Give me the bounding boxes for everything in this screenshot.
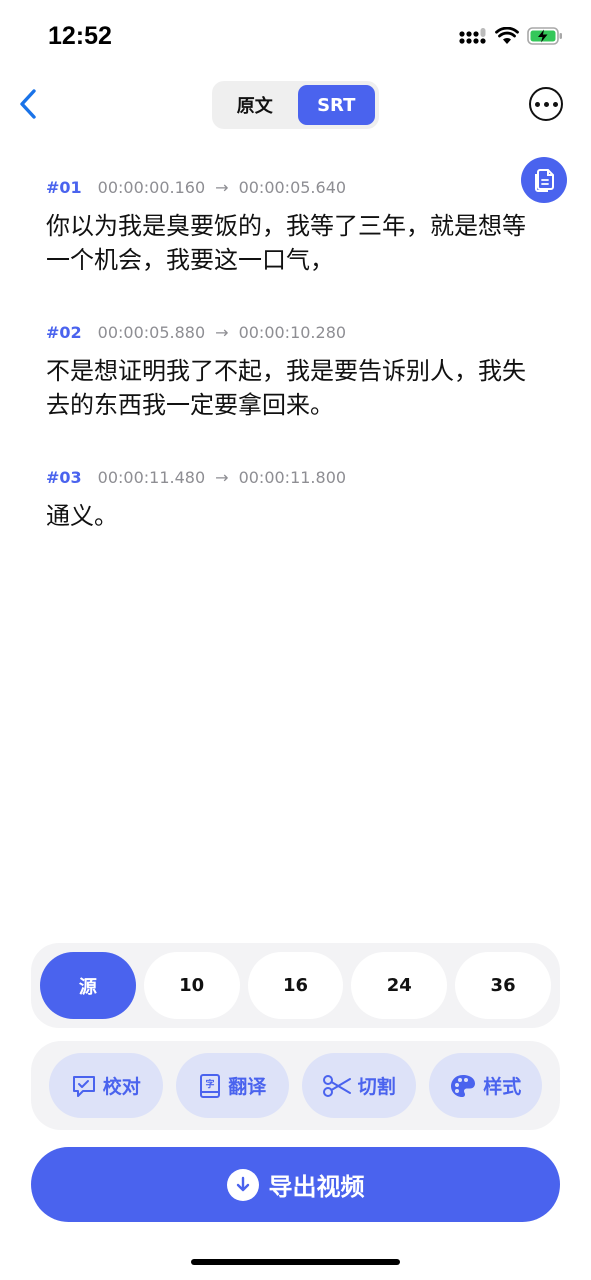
entry-meta: #03 00:00:11.480 → 00:00:11.800 <box>46 465 546 489</box>
entry-start-time: 00:00:05.880 <box>97 322 206 342</box>
status-bar: 12:52 <box>0 0 591 74</box>
palette-icon <box>451 1074 476 1097</box>
entry-end-time: 00:00:11.800 <box>238 467 347 487</box>
subtitle-entry[interactable]: #02 00:00:05.880 → 00:00:10.280 不是想证明我了不… <box>46 320 546 422</box>
proofread-button[interactable]: 校对 <box>49 1053 163 1118</box>
more-dot <box>552 101 558 107</box>
translate-button[interactable]: 字 翻译 <box>175 1053 289 1118</box>
more-dot <box>543 101 549 107</box>
arrow-right-icon: → <box>215 467 229 487</box>
cut-label: 切割 <box>357 1076 396 1098</box>
battery-icon <box>527 27 562 45</box>
entry-meta: #01 00:00:00.160 → 00:00:05.640 <box>46 175 546 199</box>
export-label: 导出视频 <box>268 1173 365 1201</box>
svg-text:字: 字 <box>206 1078 215 1090</box>
entry-text[interactable]: 通义。 <box>46 499 546 533</box>
size-option-source[interactable]: 源 <box>40 952 136 1019</box>
download-icon <box>226 1168 259 1201</box>
arrow-right-icon: → <box>215 322 229 342</box>
font-size-selector: 源 10 16 24 36 <box>31 943 560 1028</box>
status-icons <box>459 26 563 46</box>
subtitle-entry[interactable]: #03 00:00:11.480 → 00:00:11.800 通义。 <box>46 465 546 533</box>
proofread-icon <box>72 1075 95 1097</box>
entry-number: #01 <box>46 177 82 197</box>
size-option-36[interactable]: 36 <box>455 952 551 1019</box>
entry-text[interactable]: 你以为我是臭要饭的，我等了三年，就是想等一个机会，我要这一口气， <box>46 209 546 277</box>
subtitle-entry[interactable]: #01 00:00:00.160 → 00:00:05.640 你以为我是臭要饭… <box>46 175 546 277</box>
translate-icon: 字 <box>200 1073 221 1098</box>
more-dot <box>534 101 540 107</box>
tool-bar: 校对 字 翻译 切割 样式 <box>31 1041 560 1130</box>
back-button[interactable] <box>10 86 46 122</box>
home-indicator[interactable] <box>191 1259 400 1265</box>
status-time: 12:52 <box>48 22 112 50</box>
entry-start-time: 00:00:11.480 <box>97 467 206 487</box>
entry-end-time: 00:00:10.280 <box>238 322 347 342</box>
chevron-left-icon <box>20 89 36 119</box>
entry-number: #03 <box>46 467 82 487</box>
arrow-right-icon: → <box>215 177 229 197</box>
scissors-icon <box>322 1074 351 1097</box>
style-label: 样式 <box>483 1076 522 1098</box>
size-option-16[interactable]: 16 <box>247 952 344 1019</box>
tab-original[interactable]: 原文 <box>216 85 294 125</box>
signal-icon <box>459 28 486 44</box>
tab-srt[interactable]: SRT <box>297 85 375 125</box>
wifi-icon <box>495 27 519 44</box>
translate-label: 翻译 <box>228 1076 267 1098</box>
entry-start-time: 00:00:00.160 <box>97 177 206 197</box>
size-option-24[interactable]: 24 <box>351 952 448 1019</box>
style-button[interactable]: 样式 <box>428 1053 542 1118</box>
more-options-button[interactable] <box>529 87 563 121</box>
entry-end-time: 00:00:05.640 <box>238 177 347 197</box>
cut-button[interactable]: 切割 <box>302 1053 416 1118</box>
entry-meta: #02 00:00:05.880 → 00:00:10.280 <box>46 320 546 344</box>
entry-number: #02 <box>46 322 82 342</box>
export-video-button[interactable]: 导出视频 <box>31 1147 560 1222</box>
entry-text[interactable]: 不是想证明我了不起，我是要告诉别人，我失去的东西我一定要拿回来。 <box>46 354 546 422</box>
view-mode-toggle: 原文 SRT <box>212 81 379 129</box>
size-option-10[interactable]: 10 <box>143 952 240 1019</box>
proofread-label: 校对 <box>102 1076 141 1098</box>
